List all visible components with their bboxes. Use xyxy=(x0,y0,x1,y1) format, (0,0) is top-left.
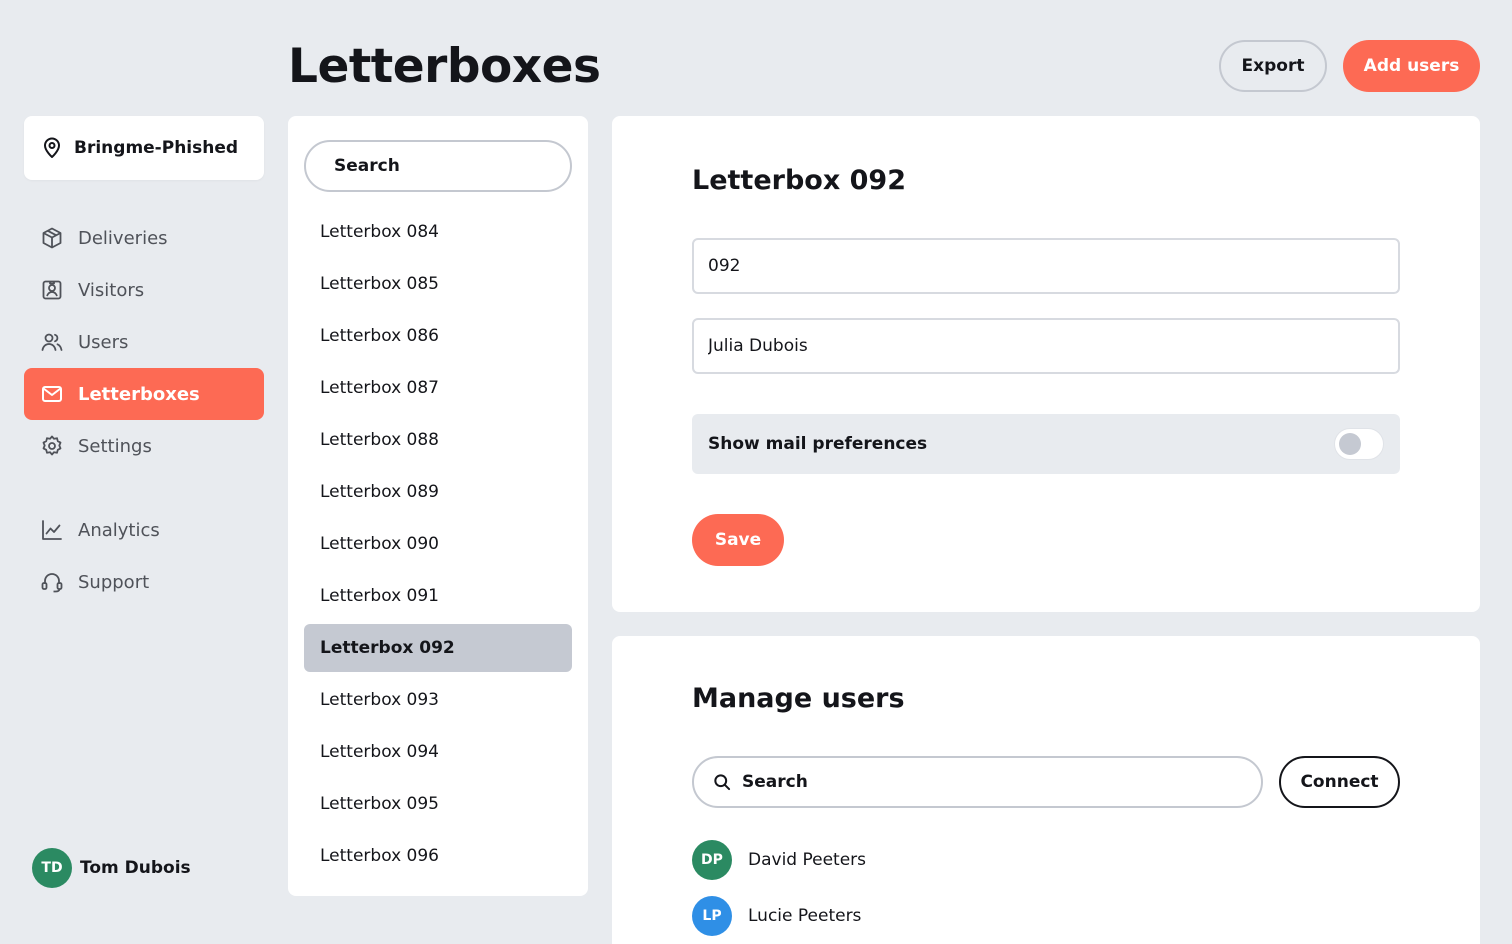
list-item[interactable]: Letterbox 086 xyxy=(304,312,572,360)
connect-button[interactable]: Connect xyxy=(1279,756,1400,808)
sidebar-item-visitors[interactable]: Visitors xyxy=(24,264,264,316)
manage-users-title: Manage users xyxy=(692,683,905,714)
current-user[interactable]: TD Tom Dubois xyxy=(32,848,191,888)
chart-line-icon xyxy=(42,520,62,540)
app-root: Letterboxes Export Add users Bringme-Phi… xyxy=(0,0,1512,944)
list-item[interactable]: Letterbox 094 xyxy=(304,728,572,776)
sidebar-nav: Deliveries Visitors Users Letterboxes Se… xyxy=(24,212,264,608)
sidebar-item-deliveries[interactable]: Deliveries xyxy=(24,212,264,264)
nav-divider xyxy=(24,472,264,504)
sidebar-item-label: Users xyxy=(78,331,129,353)
avatar: LP xyxy=(692,896,732,936)
connected-users-list: DP David Peeters LP Lucie Peeters xyxy=(692,840,1400,936)
letterbox-number-field xyxy=(692,238,1400,294)
avatar: DP xyxy=(692,840,732,880)
location-selector[interactable]: Bringme-Phished xyxy=(24,116,264,180)
list-item[interactable]: Letterbox 095 xyxy=(304,780,572,828)
current-user-name: Tom Dubois xyxy=(80,858,191,878)
list-item[interactable]: Letterbox 089 xyxy=(304,468,572,516)
user-name: David Peeters xyxy=(748,850,867,870)
search-icon xyxy=(714,774,731,791)
sidebar-item-analytics[interactable]: Analytics xyxy=(24,504,264,556)
letterbox-list: Letterbox 084 Letterbox 085 Letterbox 086 L… xyxy=(304,208,572,880)
gear-icon xyxy=(42,435,62,456)
list-item[interactable]: Letterbox 085 xyxy=(304,260,572,308)
list-item[interactable]: LP Lucie Peeters xyxy=(692,896,1400,936)
list-item[interactable]: Letterbox 087 xyxy=(304,364,572,412)
letterbox-search-input[interactable] xyxy=(334,156,576,176)
sidebar-item-label: Settings xyxy=(78,435,152,457)
avatar: TD xyxy=(32,848,72,888)
list-item[interactable]: Letterbox 092 xyxy=(304,624,572,672)
letterbox-owner-field xyxy=(692,318,1400,374)
add-users-button[interactable]: Add users xyxy=(1343,40,1480,92)
list-item[interactable]: Letterbox 091 xyxy=(304,572,572,620)
sidebar-item-users[interactable]: Users xyxy=(24,316,264,368)
list-item[interactable]: DP David Peeters xyxy=(692,840,1400,880)
location-pin-icon xyxy=(44,137,60,158)
user-name: Lucie Peeters xyxy=(748,906,862,926)
toggle-knob xyxy=(1339,433,1361,455)
sidebar-item-label: Deliveries xyxy=(78,227,168,249)
visitor-badge-icon xyxy=(42,280,62,300)
manage-users-toolbar: Connect xyxy=(692,756,1400,808)
header-actions: Export Add users xyxy=(1219,40,1480,92)
sidebar-item-label: Support xyxy=(78,571,150,593)
letterbox-detail-card: Letterbox 092 Show mail preferences Save xyxy=(612,116,1480,612)
mail-preferences-toggle[interactable] xyxy=(1334,428,1384,460)
list-item[interactable]: Letterbox 090 xyxy=(304,520,572,568)
sidebar-item-letterboxes[interactable]: Letterboxes xyxy=(24,368,264,420)
user-search-input[interactable] xyxy=(742,772,1261,792)
mail-preferences-label: Show mail preferences xyxy=(708,434,928,454)
mail-preferences-row: Show mail preferences xyxy=(692,414,1400,474)
page-title: Letterboxes xyxy=(288,39,601,94)
user-search xyxy=(692,756,1263,808)
sidebar-item-support[interactable]: Support xyxy=(24,556,264,608)
package-icon xyxy=(42,227,62,249)
list-item[interactable]: Letterbox 096 xyxy=(304,832,572,880)
mail-icon xyxy=(42,386,62,402)
sidebar-item-label: Visitors xyxy=(78,279,145,301)
letterbox-number-input[interactable] xyxy=(708,256,1398,276)
list-item[interactable]: Letterbox 088 xyxy=(304,416,572,464)
manage-users-card: Manage users Connect DP David Peeters LP Lu… xyxy=(612,636,1480,944)
users-icon xyxy=(41,333,63,351)
location-name: Bringme-Phished xyxy=(74,138,239,158)
letterbox-list-panel: Letterbox 084Letterbox 085Letterbox 086L… xyxy=(288,116,588,896)
list-item[interactable]: Letterbox 084 xyxy=(304,208,572,256)
sidebar-item-label: Analytics xyxy=(78,519,160,541)
headset-icon xyxy=(41,573,63,593)
export-button[interactable]: Export xyxy=(1219,40,1327,92)
list-item[interactable]: Letterbox 093 xyxy=(304,676,572,724)
letterbox-owner-input[interactable] xyxy=(708,336,1398,356)
save-button[interactable]: Save xyxy=(692,514,784,566)
letterbox-search xyxy=(304,140,576,192)
sidebar-item-label: Letterboxes xyxy=(78,383,200,405)
letterbox-detail-title: Letterbox 092 xyxy=(692,165,907,196)
sidebar-item-settings[interactable]: Settings xyxy=(24,420,264,472)
